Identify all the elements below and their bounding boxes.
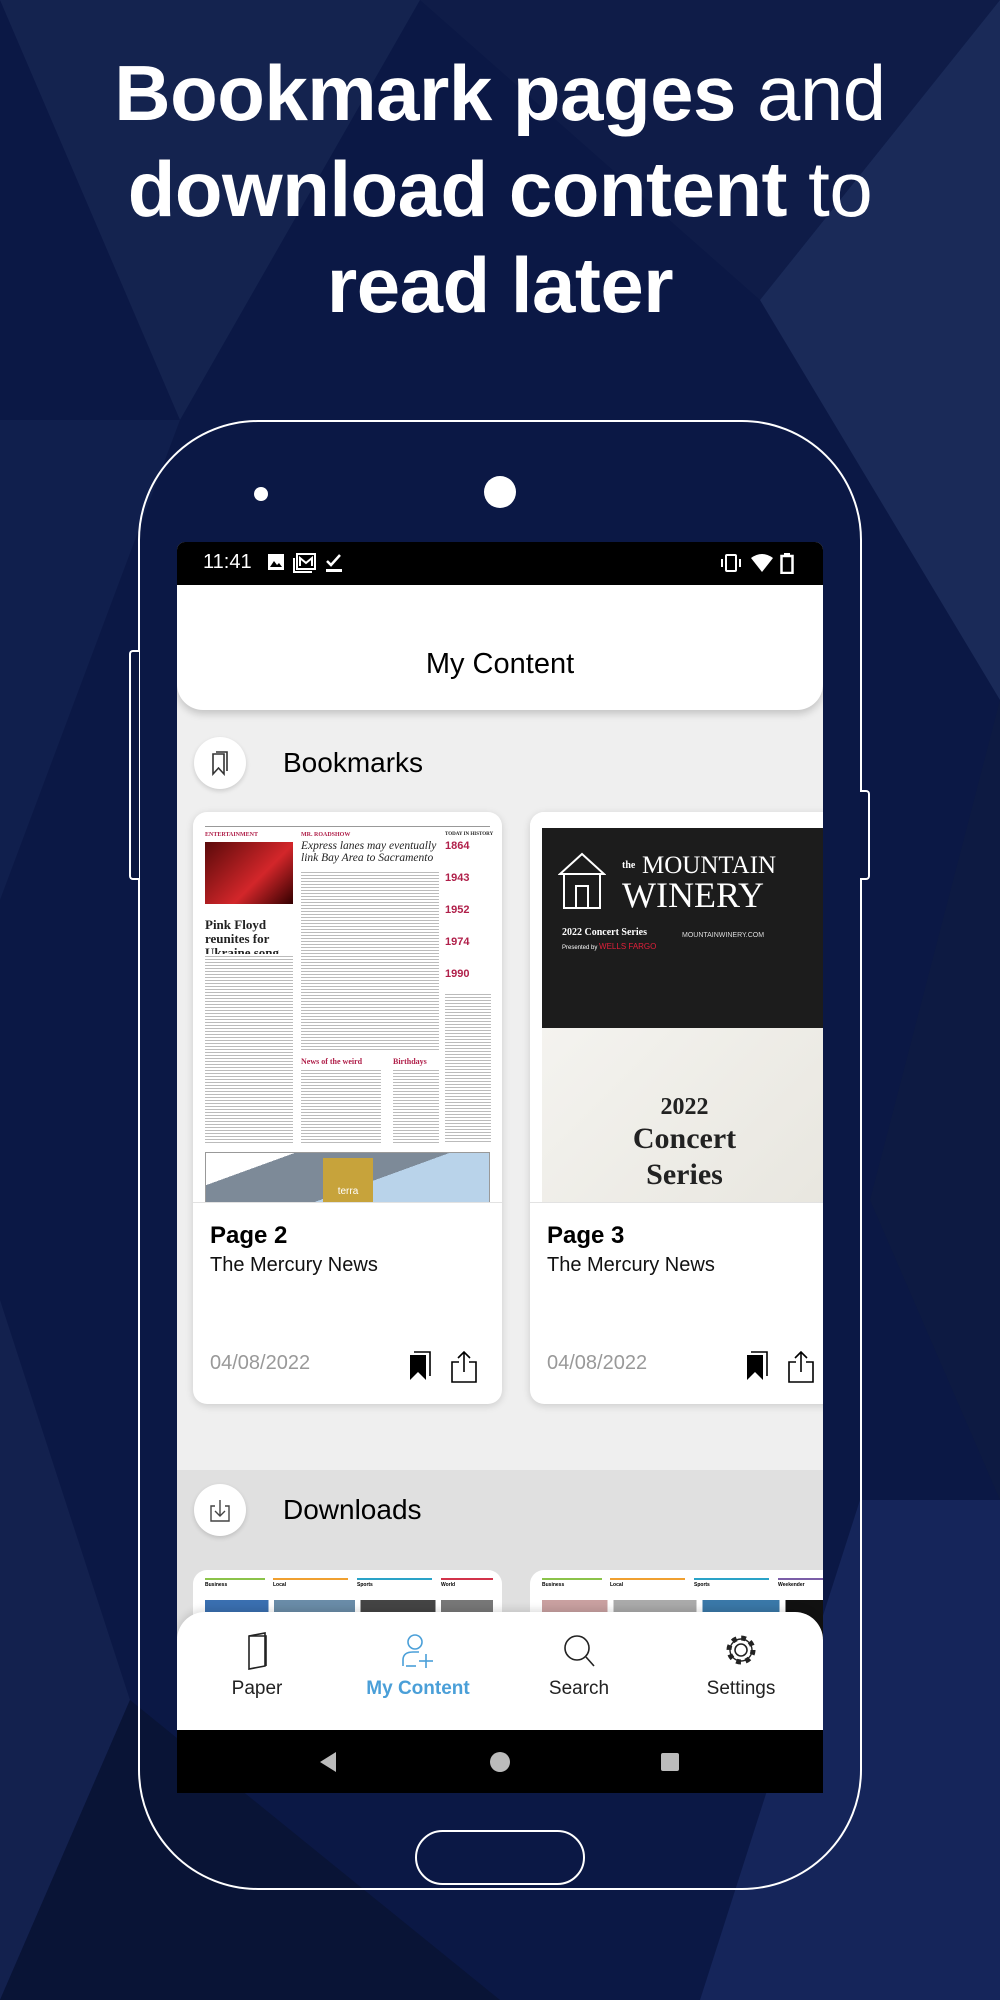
brand-text: WINERY [622, 875, 764, 915]
thumb-text: Series [646, 1158, 723, 1191]
thumb-section: MR. ROADSHOW [301, 832, 351, 838]
bookmark-card[interactable]: the MOUNTAIN WINERY 2022 Concert Series … [530, 812, 823, 1404]
teaser-label: Sports [357, 1578, 432, 1588]
phone-home-button [415, 1830, 585, 1885]
winery-logo-icon [558, 852, 606, 909]
bookmark-card[interactable]: ENTERTAINMENT Pink Floyd reunites for Uk… [193, 812, 502, 1404]
bookmarks-section-header: Bookmarks [177, 737, 823, 797]
task-icon [326, 554, 342, 572]
card-title: Page 3 [547, 1222, 625, 1249]
share-icon[interactable] [786, 1350, 816, 1384]
teaser-label: Business [205, 1578, 265, 1588]
back-icon[interactable] [318, 1751, 338, 1773]
card-title: Page 2 [210, 1222, 288, 1249]
downloads-section-header: Downloads [177, 1484, 823, 1544]
teaser-label: Local [273, 1578, 348, 1588]
bookmarks-icon-button [194, 737, 246, 789]
headline-text: download content [127, 145, 788, 233]
card-date: 04/08/2022 [547, 1352, 648, 1374]
app-header: My Content [177, 585, 823, 710]
nav-label: Settings [706, 1678, 776, 1699]
headline-text: and [735, 49, 886, 137]
bookmark-icon [212, 751, 228, 776]
thumb-section: ENTERTAINMENT [205, 832, 259, 838]
add-user-icon [402, 1634, 433, 1668]
downloads-heading: Downloads [283, 1494, 422, 1525]
paper-icon [248, 1632, 267, 1670]
thumb-section: TODAY IN HISTORY [445, 832, 494, 837]
sponsor-text: WELLS FARGO [599, 942, 657, 951]
thumb-text: Presented by [562, 945, 598, 951]
nav-label: Search [548, 1678, 610, 1699]
card-publication: The Mercury News [547, 1254, 715, 1276]
phone-side-button [129, 650, 139, 880]
phone-camera [484, 476, 516, 508]
promo-headline: Bookmark pages and download content to r… [0, 45, 1000, 333]
page-thumbnail[interactable]: the MOUNTAIN WINERY 2022 Concert Series … [530, 812, 823, 1203]
gmail-icon [293, 553, 316, 573]
phone-sensor [254, 487, 268, 501]
thumb-text: 2022 [660, 1094, 709, 1120]
home-icon[interactable] [489, 1751, 511, 1773]
bookmarks-heading: Bookmarks [283, 747, 424, 778]
thumb-year: 1943 [445, 872, 470, 884]
nav-my-content[interactable]: My Content [338, 1612, 498, 1730]
downloads-icon-button [194, 1484, 246, 1536]
teaser-label: Local [610, 1578, 685, 1588]
recents-icon[interactable] [660, 1752, 680, 1772]
phone-side-button [860, 790, 870, 880]
vibrate-icon [721, 554, 741, 572]
search-icon [564, 1635, 595, 1667]
teaser-label: World [441, 1578, 493, 1588]
status-time: 11:41 [203, 551, 252, 573]
bottom-nav: Paper My Content Search Settings [177, 1612, 823, 1730]
thumb-text: MOUNTAINWINERY.COM [682, 932, 765, 939]
headline-text: read later [326, 241, 674, 329]
headline-text: to [787, 145, 873, 233]
headline-text: Bookmark pages [114, 49, 736, 137]
thumb-text: 2022 Concert Series [562, 927, 647, 938]
share-icon[interactable] [449, 1350, 479, 1384]
page-title: My Content [425, 648, 575, 680]
thumb-year: 1952 [445, 904, 470, 916]
thumb-year: 1864 [445, 840, 470, 852]
ad-logo: terra [323, 1158, 373, 1202]
teaser-label: Business [542, 1578, 602, 1588]
thumb-year: 1990 [445, 968, 470, 980]
page-thumbnail[interactable]: ENTERTAINMENT Pink Floyd reunites for Uk… [193, 812, 502, 1203]
bookmark-filled-icon[interactable] [744, 1350, 770, 1382]
nav-paper[interactable]: Paper [177, 1612, 337, 1730]
download-icon [210, 1500, 230, 1522]
image-icon [268, 554, 284, 570]
nav-search[interactable]: Search [499, 1612, 659, 1730]
wifi-icon [751, 554, 773, 572]
app-screen: 11:41 My Content Bookmarks ENTERTAINMENT… [177, 542, 823, 1793]
nav-label: Paper [231, 1678, 283, 1699]
nav-label: My Content [366, 1678, 470, 1699]
battery-icon [780, 553, 794, 574]
thumb-section: Birthdays [393, 1057, 427, 1066]
status-bar: 11:41 [177, 542, 823, 585]
thumb-section: News of the weird [301, 1057, 363, 1066]
nav-settings[interactable]: Settings [661, 1612, 821, 1730]
teaser-label: Sports [694, 1578, 769, 1588]
card-publication: The Mercury News [210, 1254, 378, 1276]
teaser-label: Weekender [778, 1578, 823, 1588]
bookmark-filled-icon[interactable] [407, 1350, 433, 1382]
card-date: 04/08/2022 [210, 1352, 311, 1374]
brand-text: the [622, 860, 636, 871]
thumb-headline: Express lanes may eventually link Bay Ar… [301, 840, 437, 864]
thumb-text: Concert [632, 1122, 737, 1155]
gear-icon [726, 1635, 756, 1665]
thumb-year: 1974 [445, 936, 470, 948]
system-nav-bar [177, 1730, 823, 1793]
